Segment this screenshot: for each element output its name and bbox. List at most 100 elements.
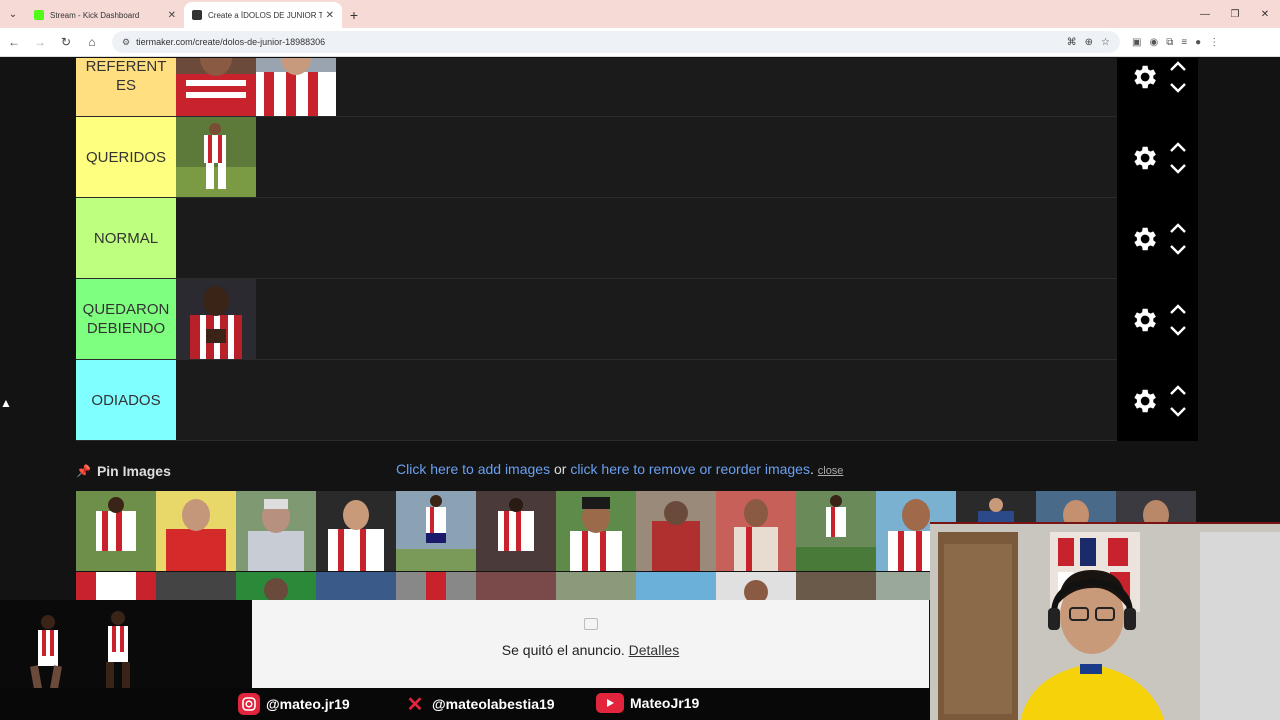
- chevron-up-icon[interactable]: [1169, 141, 1187, 152]
- tier-label[interactable]: REFERENT ES: [76, 58, 176, 116]
- tier-label[interactable]: NORMAL: [76, 198, 176, 278]
- player-image[interactable]: [256, 58, 336, 116]
- instagram-handle: @mateo.jr19: [238, 693, 350, 715]
- webcam-overlay: [930, 522, 1280, 720]
- mouse-cursor-icon: ▲: [0, 396, 12, 410]
- tier-controls: [1117, 58, 1198, 117]
- close-window-icon[interactable]: ✕: [1250, 0, 1280, 28]
- chevron-up-icon[interactable]: [1169, 222, 1187, 233]
- back-icon[interactable]: ←: [2, 30, 26, 54]
- menu-kebab-icon[interactable]: ⋮: [1209, 37, 1219, 48]
- pin-images-bar: 📌 Pin Images Click here to add images or…: [76, 461, 1198, 481]
- player-image[interactable]: [176, 279, 256, 359]
- close-link[interactable]: close: [818, 465, 844, 477]
- close-tab-icon[interactable]: ✕: [326, 10, 334, 21]
- player-image[interactable]: [316, 572, 396, 600]
- player-image[interactable]: [636, 572, 716, 600]
- or-text: or: [550, 461, 571, 477]
- player-image[interactable]: [636, 491, 716, 571]
- tier-label[interactable]: QUERIDOS: [76, 117, 176, 197]
- tier-items[interactable]: [176, 117, 1117, 197]
- x-logo-icon: ✕: [406, 693, 424, 716]
- tier-label[interactable]: ODIADOS: [76, 360, 176, 440]
- chevron-down-icon[interactable]: [1169, 244, 1187, 255]
- chevron-down-icon[interactable]: [1169, 406, 1187, 417]
- player-image[interactable]: [556, 491, 636, 571]
- new-tab-icon[interactable]: +: [342, 2, 366, 28]
- dot-text: .: [809, 461, 818, 477]
- x-handle: ✕ @mateolabestia19: [404, 693, 555, 716]
- player-image[interactable]: [476, 572, 556, 600]
- home-icon[interactable]: ⌂: [80, 30, 104, 54]
- player-image[interactable]: [716, 491, 796, 571]
- tier-controls: [1117, 198, 1198, 279]
- kick-favicon-icon: [34, 10, 44, 20]
- tier-row: REFERENT ES: [76, 58, 1198, 117]
- pin-images-title: Pin Images: [96, 463, 171, 479]
- forward-icon[interactable]: →: [28, 30, 52, 54]
- player-image[interactable]: [76, 572, 156, 600]
- translate-icon[interactable]: ⌘: [1067, 37, 1077, 48]
- media-icon[interactable]: ≡: [1181, 37, 1187, 48]
- player-image[interactable]: [796, 572, 876, 600]
- minimize-icon[interactable]: —: [1190, 0, 1220, 28]
- tab-kick-dashboard[interactable]: Stream - Kick Dashboard ✕: [26, 2, 184, 28]
- chevron-down-icon[interactable]: [1169, 163, 1187, 174]
- player-image[interactable]: [796, 491, 876, 571]
- close-tab-icon[interactable]: ✕: [168, 10, 176, 21]
- tier-row: NORMAL: [76, 198, 1198, 279]
- extension-icon[interactable]: ◉: [1149, 37, 1158, 48]
- ad-text: Se quitó el anuncio.: [501, 642, 629, 658]
- ad-details-link[interactable]: Detalles: [629, 642, 680, 658]
- window-controls: — ❐ ✕: [1190, 0, 1280, 28]
- reload-icon[interactable]: ↻: [54, 30, 78, 54]
- url-text: tiermaker.com/create/dolos-de-junior-189…: [136, 37, 326, 47]
- bookmark-star-icon[interactable]: ☆: [1101, 37, 1110, 48]
- tier-label[interactable]: QUEDARON DEBIENDO: [76, 279, 176, 359]
- chevron-up-icon[interactable]: [1169, 384, 1187, 395]
- add-images-link[interactable]: Click here to add images: [396, 461, 550, 477]
- player-image[interactable]: [236, 572, 316, 600]
- profile-avatar-icon[interactable]: ●: [1195, 37, 1201, 48]
- chevron-up-icon[interactable]: [1169, 60, 1187, 71]
- restore-icon[interactable]: ❐: [1220, 0, 1250, 28]
- tab-search-icon[interactable]: ⌄: [0, 0, 26, 28]
- gear-icon[interactable]: [1129, 62, 1159, 92]
- tab-tiermaker[interactable]: Create a ÍDOLOS DE JUNIOR Ti ✕: [184, 2, 342, 28]
- player-image[interactable]: [76, 491, 156, 571]
- extensions-puzzle-icon[interactable]: ⧉: [1166, 37, 1173, 48]
- address-bar: ← → ↻ ⌂ ⚙ tiermaker.com/create/dolos-de-…: [0, 28, 1280, 57]
- tier-items[interactable]: [176, 58, 1117, 116]
- chevron-down-icon[interactable]: [1169, 325, 1187, 336]
- extension-icon[interactable]: ▣: [1132, 37, 1141, 48]
- player-image[interactable]: [556, 572, 636, 600]
- player-image[interactable]: [176, 117, 256, 197]
- player-image[interactable]: [476, 491, 556, 571]
- player-image[interactable]: [396, 491, 476, 571]
- player-image[interactable]: [236, 491, 316, 571]
- tier-list: REFERENT ES QUERIDOS NORMAL QUEDARON DEB…: [76, 58, 1198, 441]
- tier-items[interactable]: [176, 279, 1117, 359]
- pin-icon[interactable]: 📌: [76, 464, 91, 478]
- gear-icon[interactable]: [1129, 305, 1159, 335]
- tier-items[interactable]: [176, 198, 1117, 278]
- player-image[interactable]: [156, 491, 236, 571]
- site-info-icon[interactable]: ⚙: [122, 37, 130, 48]
- gear-icon[interactable]: [1129, 224, 1159, 254]
- tier-row: QUERIDOS: [76, 117, 1198, 198]
- player-image[interactable]: [176, 58, 256, 116]
- tab-label: Create a ÍDOLOS DE JUNIOR Ti: [208, 10, 322, 20]
- tier-items[interactable]: [176, 360, 1117, 440]
- chevron-up-icon[interactable]: [1169, 303, 1187, 314]
- gear-icon[interactable]: [1129, 143, 1159, 173]
- player-image[interactable]: [396, 572, 476, 600]
- ad-icon: [583, 618, 598, 630]
- zoom-icon[interactable]: ⊕: [1085, 37, 1093, 48]
- remove-images-link[interactable]: click here to remove or reorder images: [570, 461, 810, 477]
- url-input[interactable]: ⚙ tiermaker.com/create/dolos-de-junior-1…: [112, 31, 1120, 53]
- chevron-down-icon[interactable]: [1169, 82, 1187, 93]
- player-image[interactable]: [156, 572, 236, 600]
- gear-icon[interactable]: [1129, 386, 1159, 416]
- player-image[interactable]: [716, 572, 796, 600]
- player-image[interactable]: [316, 491, 396, 571]
